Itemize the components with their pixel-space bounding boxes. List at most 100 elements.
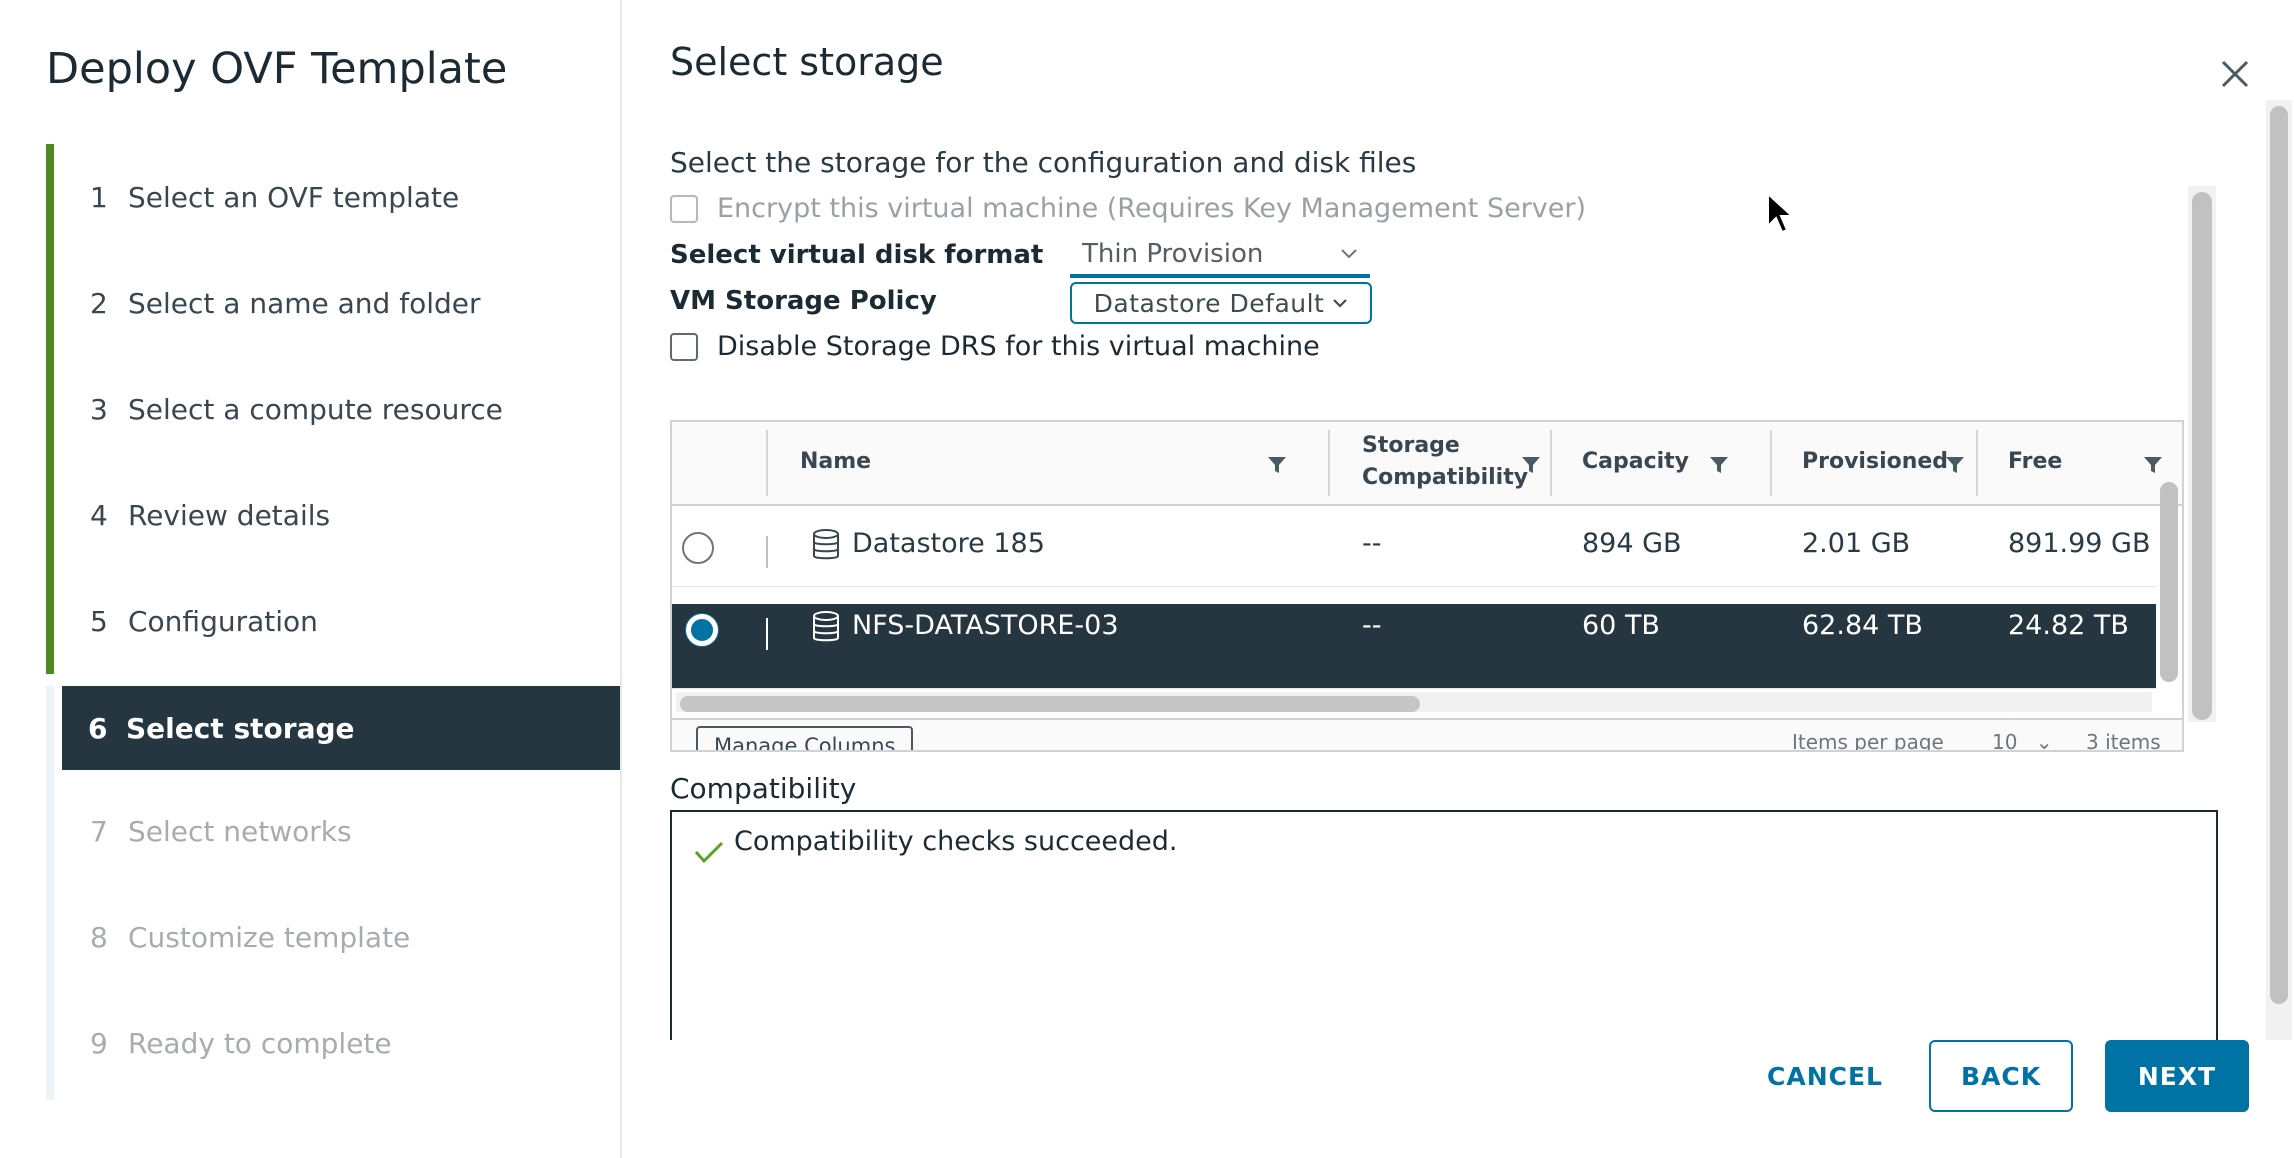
items-per-page-value: 10 xyxy=(1992,730,2018,752)
step-label: Select storage xyxy=(126,711,355,745)
disk-format-label: Select virtual disk format xyxy=(670,240,1044,270)
step-number: 4 xyxy=(90,498,108,532)
grid-header: Name Storage Compatibility Capacity Prov… xyxy=(672,422,2182,506)
wizard-step-8: 8 Customize template xyxy=(90,900,410,974)
wizard-step-2[interactable]: 2 Select a name and folder xyxy=(90,266,481,340)
items-per-page-label: Items per page xyxy=(1792,730,1944,752)
close-icon xyxy=(2221,60,2249,88)
wizard-step-5[interactable]: 5 Configuration xyxy=(90,584,318,658)
page-title: Select storage xyxy=(670,40,944,84)
row-select-radio[interactable] xyxy=(682,532,714,564)
step-number: 6 xyxy=(88,711,108,745)
storage-instructions: Select the storage for the configuration… xyxy=(670,146,1417,179)
disk-format-value: Thin Provision xyxy=(1082,239,1264,269)
progress-bar-completed xyxy=(46,144,54,674)
step-number: 7 xyxy=(90,814,108,848)
step-label: Customize template xyxy=(128,920,411,954)
next-button[interactable]: NEXT xyxy=(2105,1040,2249,1112)
filter-icon[interactable] xyxy=(1944,454,1966,476)
step-number: 2 xyxy=(90,286,108,320)
datastore-compatibility: -- xyxy=(1362,610,1382,641)
check-icon xyxy=(694,841,724,864)
step-number: 1 xyxy=(90,180,108,214)
compatibility-label: Compatibility xyxy=(670,772,857,805)
datastore-free: 891.99 GB xyxy=(2008,528,2151,559)
grid-footer: Manage Columns Items per page 10 ⌄ 3 ite… xyxy=(672,718,2182,752)
column-divider[interactable] xyxy=(1328,430,1330,496)
cancel-button[interactable]: CANCEL xyxy=(1748,1040,1902,1112)
progress-bar-remaining xyxy=(46,686,54,1100)
column-header-name[interactable]: Name xyxy=(800,446,871,478)
storage-policy-label: VM Storage Policy xyxy=(670,286,937,316)
back-button[interactable]: BACK xyxy=(1929,1040,2073,1112)
encrypt-vm-checkbox[interactable] xyxy=(670,195,698,223)
step-label: Configuration xyxy=(128,604,318,638)
step-label: Review details xyxy=(128,498,331,532)
compatibility-message: Compatibility checks succeeded. xyxy=(734,826,1178,857)
step-number: 5 xyxy=(90,604,108,638)
datastore-provisioned: 62.84 TB xyxy=(1802,610,1923,641)
column-divider[interactable] xyxy=(1770,430,1772,496)
row-divider xyxy=(766,536,768,568)
step-label: Select an OVF template xyxy=(128,180,460,214)
column-header-free[interactable]: Free xyxy=(2008,446,2062,478)
datastore-name[interactable]: Datastore 185 xyxy=(852,528,1045,559)
step-label: Select networks xyxy=(128,814,352,848)
datastore-icon xyxy=(813,611,839,642)
encrypt-vm-label: Encrypt this virtual machine (Requires K… xyxy=(717,193,1587,224)
row-select-radio[interactable] xyxy=(686,614,718,646)
step-number: 8 xyxy=(90,920,108,954)
step-number: 9 xyxy=(90,1026,108,1060)
column-header-storage[interactable]: Storage xyxy=(1362,430,1460,462)
grid-horizontal-scrollbar-thumb[interactable] xyxy=(680,696,1420,712)
step-number: 3 xyxy=(90,392,108,426)
step-label: Select a compute resource xyxy=(128,392,503,426)
wizard-step-1[interactable]: 1 Select an OVF template xyxy=(90,160,459,234)
column-header-capacity[interactable]: Capacity xyxy=(1582,446,1689,478)
item-count: 3 items xyxy=(2086,730,2161,752)
wizard-step-9: 9 Ready to complete xyxy=(90,1006,392,1080)
grid-vertical-scrollbar-thumb[interactable] xyxy=(2160,482,2178,682)
column-divider[interactable] xyxy=(1550,430,1552,496)
chevron-down-icon: ⌄ xyxy=(2035,730,2053,752)
disable-drs-checkbox[interactable] xyxy=(670,333,698,361)
column-divider[interactable] xyxy=(1976,430,1978,496)
row-divider xyxy=(766,618,768,650)
datastore-free: 24.82 TB xyxy=(2008,610,2129,641)
datastore-compatibility: -- xyxy=(1362,528,1382,559)
disk-format-select[interactable]: Thin Provision xyxy=(1070,234,1370,278)
datastore-provisioned: 2.01 GB xyxy=(1802,528,1911,559)
items-per-page-select[interactable]: 10 ⌄ xyxy=(1992,730,2053,752)
column-divider[interactable] xyxy=(766,430,768,496)
disable-drs-label: Disable Storage DRS for this virtual mac… xyxy=(717,331,1320,362)
datastore-capacity: 894 GB xyxy=(1582,528,1682,559)
datastore-capacity: 60 TB xyxy=(1582,610,1660,641)
chevron-down-icon xyxy=(1333,299,1348,308)
datastore-grid: Name Storage Compatibility Capacity Prov… xyxy=(670,420,2184,752)
close-button[interactable] xyxy=(2215,54,2255,94)
wizard-step-3[interactable]: 3 Select a compute resource xyxy=(90,372,503,446)
content-scrollbar-thumb[interactable] xyxy=(2192,192,2212,720)
storage-policy-value: Datastore Default xyxy=(1093,288,1325,318)
storage-policy-dropdown[interactable]: Datastore Default xyxy=(1070,282,1372,324)
wizard-step-6[interactable]: 6 Select storage xyxy=(62,686,620,770)
filter-icon[interactable] xyxy=(2142,454,2164,476)
filter-icon[interactable] xyxy=(1266,454,1288,476)
wizard-title: Deploy OVF Template xyxy=(46,44,508,94)
filter-icon[interactable] xyxy=(1708,454,1730,476)
column-header-compatibility[interactable]: Compatibility xyxy=(1362,462,1528,494)
wizard-step-7: 7 Select networks xyxy=(90,794,352,868)
wizard-step-4[interactable]: 4 Review details xyxy=(90,478,330,552)
chevron-down-icon xyxy=(1341,249,1357,259)
column-header-provisioned[interactable]: Provisioned xyxy=(1802,446,1948,478)
step-label: Ready to complete xyxy=(128,1026,392,1060)
datastore-icon xyxy=(813,529,839,560)
mouse-cursor-icon xyxy=(1767,192,1794,234)
table-row[interactable]: NFS-DATASTORE-03 -- 60 TB 62.84 TB 24.82… xyxy=(672,604,2156,689)
filter-icon[interactable] xyxy=(1520,454,1542,476)
step-label: Select a name and folder xyxy=(128,286,481,320)
table-row[interactable]: Datastore 185 -- 894 GB 2.01 GB 891.99 G… xyxy=(672,506,2156,587)
manage-columns-button[interactable]: Manage Columns xyxy=(696,726,914,750)
dialog-scrollbar-thumb[interactable] xyxy=(2270,106,2288,1004)
datastore-name[interactable]: NFS-DATASTORE-03 xyxy=(852,610,1119,641)
